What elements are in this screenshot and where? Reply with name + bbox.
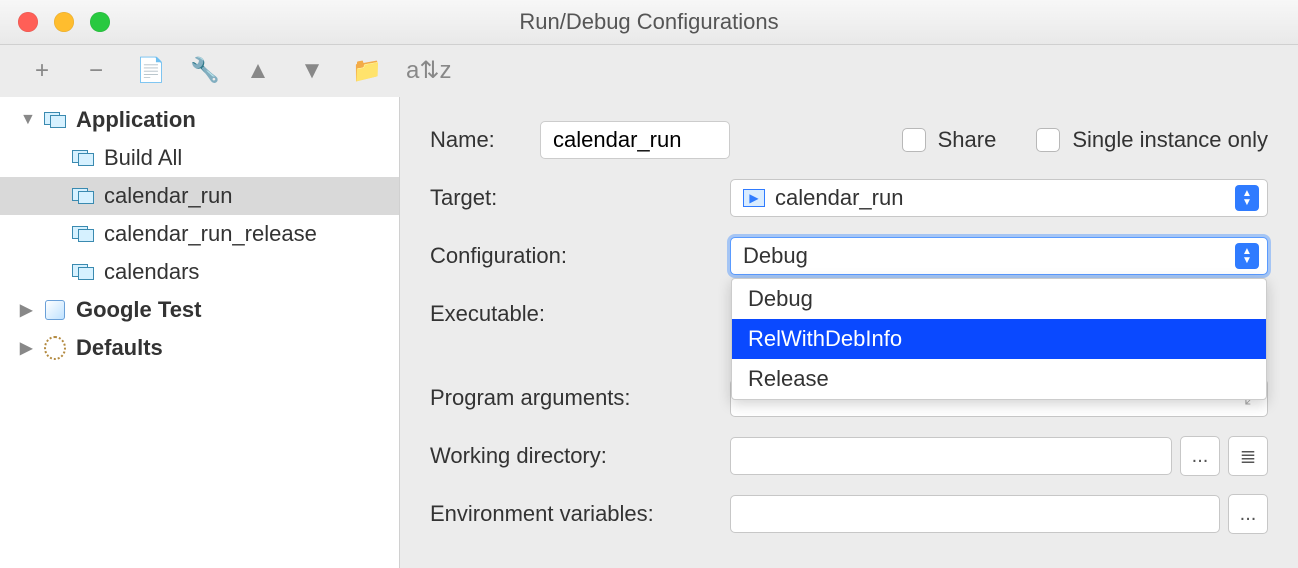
dropdown-option-relwithdebinfo[interactable]: RelWithDebInfo bbox=[732, 319, 1266, 359]
checkbox-icon bbox=[1036, 128, 1060, 152]
dropdown-option-debug[interactable]: Debug bbox=[732, 279, 1266, 319]
configuration-label: Configuration: bbox=[430, 243, 730, 269]
config-tree: ▼ Application Build All calendar_run cal… bbox=[0, 97, 400, 568]
target-value: calendar_run bbox=[775, 185, 903, 211]
checkbox-icon bbox=[902, 128, 926, 152]
working-directory-label: Working directory: bbox=[430, 443, 730, 469]
google-test-icon bbox=[45, 300, 65, 320]
title-bar: Run/Debug Configurations bbox=[0, 0, 1298, 45]
tree-label: calendar_run bbox=[104, 183, 232, 209]
application-icon bbox=[72, 188, 94, 204]
environment-variables-label: Environment variables: bbox=[430, 501, 730, 527]
window-title: Run/Debug Configurations bbox=[0, 9, 1298, 35]
sort-button[interactable]: a⇅z bbox=[406, 59, 434, 83]
remove-button[interactable]: − bbox=[82, 59, 110, 83]
environment-variables-input[interactable] bbox=[730, 495, 1220, 533]
move-down-button[interactable]: ▼ bbox=[298, 59, 326, 83]
tree-label: Google Test bbox=[76, 297, 202, 323]
list-button[interactable]: ≣ bbox=[1228, 436, 1268, 476]
target-icon: ▶ bbox=[743, 189, 765, 207]
stepper-icon: ▲▼ bbox=[1235, 185, 1259, 211]
working-directory-input[interactable] bbox=[730, 437, 1172, 475]
share-label: Share bbox=[938, 127, 997, 153]
configuration-value: Debug bbox=[743, 243, 808, 269]
target-select[interactable]: ▶ calendar_run ▲▼ bbox=[730, 179, 1268, 217]
gear-icon bbox=[44, 336, 66, 360]
tree-label: Build All bbox=[104, 145, 182, 171]
edit-env-button[interactable]: ... bbox=[1228, 494, 1268, 534]
single-instance-label: Single instance only bbox=[1072, 127, 1268, 153]
share-checkbox[interactable]: Share bbox=[902, 127, 997, 153]
application-icon bbox=[72, 150, 94, 166]
tree-label: Application bbox=[76, 107, 196, 133]
toolbar: + − 📄 🔧 ▲ ▼ 📁 a⇅z bbox=[0, 45, 1298, 97]
configuration-dropdown: Debug RelWithDebInfo Release bbox=[731, 278, 1267, 400]
tree-label: calendars bbox=[104, 259, 199, 285]
tree-label: Defaults bbox=[76, 335, 163, 361]
copy-button[interactable]: 📄 bbox=[136, 59, 164, 83]
application-icon bbox=[44, 112, 66, 128]
folder-button[interactable]: 📁 bbox=[352, 59, 380, 83]
application-icon bbox=[72, 264, 94, 280]
tree-item-calendar-run-release[interactable]: calendar_run_release bbox=[0, 215, 399, 253]
tree-node-application[interactable]: ▼ Application bbox=[0, 101, 399, 139]
disclosure-right-icon: ▶ bbox=[20, 338, 34, 358]
tree-item-calendar-run[interactable]: calendar_run bbox=[0, 177, 399, 215]
application-icon bbox=[72, 226, 94, 242]
browse-button[interactable]: ... bbox=[1180, 436, 1220, 476]
dropdown-option-release[interactable]: Release bbox=[732, 359, 1266, 399]
program-arguments-label: Program arguments: bbox=[430, 385, 730, 411]
target-label: Target: bbox=[430, 185, 730, 211]
disclosure-down-icon: ▼ bbox=[20, 111, 34, 129]
name-label: Name: bbox=[430, 127, 540, 153]
stepper-icon: ▲▼ bbox=[1235, 243, 1259, 269]
single-instance-checkbox[interactable]: Single instance only bbox=[1036, 127, 1268, 153]
tree-node-defaults[interactable]: ▶ Defaults bbox=[0, 329, 399, 367]
disclosure-right-icon: ▶ bbox=[20, 300, 34, 320]
tree-label: calendar_run_release bbox=[104, 221, 317, 247]
move-up-button[interactable]: ▲ bbox=[244, 59, 272, 83]
tree-node-google-test[interactable]: ▶ Google Test bbox=[0, 291, 399, 329]
add-button[interactable]: + bbox=[28, 59, 56, 83]
name-input[interactable] bbox=[540, 121, 730, 159]
edit-button[interactable]: 🔧 bbox=[190, 59, 218, 83]
configuration-select[interactable]: Debug ▲▼ Debug RelWithDebInfo Release bbox=[730, 237, 1268, 275]
executable-label: Executable: bbox=[430, 301, 730, 327]
tree-item-build-all[interactable]: Build All bbox=[0, 139, 399, 177]
config-form: Name: Share Single instance only Target:… bbox=[400, 97, 1298, 568]
tree-item-calendars[interactable]: calendars bbox=[0, 253, 399, 291]
